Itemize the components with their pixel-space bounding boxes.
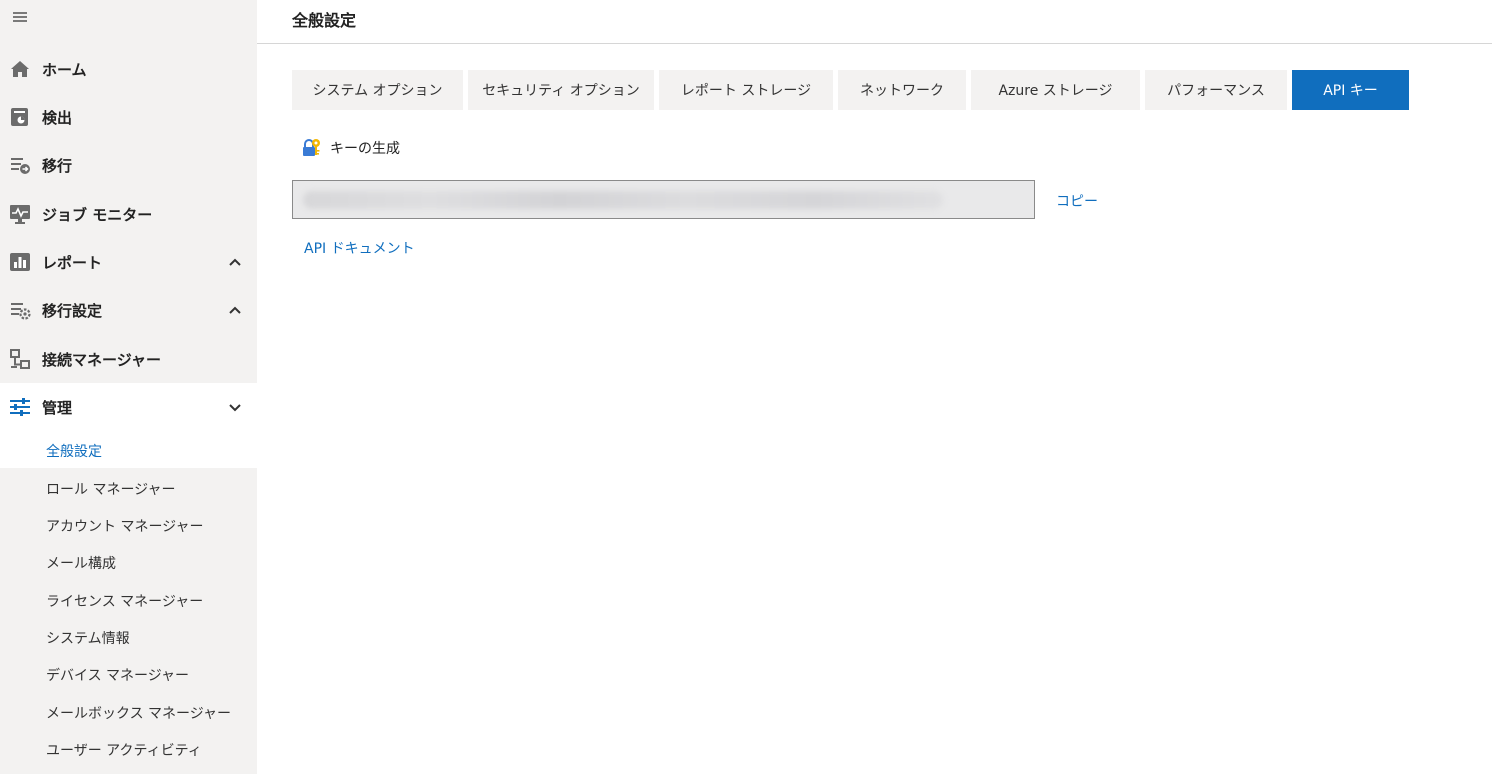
submenu-item-mail-config[interactable]: メール構成	[0, 543, 257, 580]
sidebar-item-migration-settings[interactable]: 移行設定	[0, 286, 257, 334]
sidebar-item-label: 移行設定	[42, 302, 103, 320]
sidebar-item-label: レポート	[42, 254, 103, 272]
sidebar-item-connection-manager[interactable]: 接続マネージャー	[0, 335, 257, 383]
discovery-icon	[11, 108, 28, 126]
chevron-up-icon[interactable]	[228, 303, 242, 317]
admin-icon	[10, 398, 30, 416]
migration-icon	[11, 158, 30, 174]
submenu-item-general-settings[interactable]: 全般設定	[0, 431, 257, 468]
sidebar-item-discovery[interactable]: 検出	[0, 93, 257, 141]
home-icon	[11, 61, 29, 77]
submenu-item-account-manager[interactable]: アカウント マネージャー	[0, 506, 257, 543]
sidebar-item-migration[interactable]: 移行	[0, 141, 257, 189]
hamburger-menu-icon[interactable]	[13, 10, 29, 24]
submenu-item-label: メールボックス マネージャー	[46, 706, 232, 722]
report-icon	[10, 253, 30, 271]
submenu-item-label: ライセンス マネージャー	[46, 594, 204, 610]
submenu-item-label: ユーザー アクティビティ	[46, 743, 202, 759]
sidebar-item-job-monitor[interactable]: ジョブ モニター	[0, 190, 257, 238]
job-monitor-icon	[10, 205, 30, 224]
api-docs-link[interactable]: API ドキュメント	[304, 238, 415, 258]
submenu-item-license-manager[interactable]: ライセンス マネージャー	[0, 581, 257, 618]
generate-key-label: キーの生成	[330, 141, 400, 157]
generate-key-button[interactable]: キーの生成	[302, 137, 400, 159]
key-lock-icon	[303, 139, 320, 156]
sidebar-item-label: ジョブ モニター	[42, 206, 153, 224]
submenu-item-mailbox-manager[interactable]: メールボックス マネージャー	[0, 693, 257, 730]
tab-performance[interactable]: パフォーマンス	[1145, 70, 1287, 110]
tab-api-key[interactable]: API キー	[1292, 70, 1409, 110]
sidebar-item-admin[interactable]: 管理	[0, 383, 257, 431]
tab-network[interactable]: ネットワーク	[838, 70, 966, 110]
submenu-item-label: 全般設定	[46, 444, 102, 460]
submenu-item-label: アカウント マネージャー	[46, 519, 204, 535]
admin-submenu: 全般設定 ロール マネージャー アカウント マネージャー メール構成 ライセンス…	[0, 431, 257, 774]
api-key-blurred-value	[303, 191, 943, 209]
api-key-field[interactable]	[292, 180, 1035, 219]
tab-report-storage[interactable]: レポート ストレージ	[659, 70, 833, 110]
migration-settings-icon	[11, 303, 31, 320]
submenu-item-user-activity[interactable]: ユーザー アクティビティ	[0, 730, 257, 767]
submenu-item-label: ロール マネージャー	[46, 482, 176, 498]
sidebar-item-report[interactable]: レポート	[0, 238, 257, 286]
chevron-down-icon[interactable]	[228, 400, 242, 414]
sidebar: ホーム 検出 移行 ジョブ モニター レポート 移行設定 接続マネージャー 管理…	[0, 0, 257, 774]
sidebar-item-label: 接続マネージャー	[42, 351, 161, 369]
sidebar-item-label: 検出	[42, 109, 73, 127]
submenu-item-system-info[interactable]: システム情報	[0, 618, 257, 655]
connection-manager-icon	[10, 349, 30, 369]
title-divider	[257, 43, 1492, 44]
tab-security-options[interactable]: セキュリティ オプション	[468, 70, 654, 110]
submenu-item-device-manager[interactable]: デバイス マネージャー	[0, 655, 257, 692]
sidebar-item-label: ホーム	[42, 61, 87, 79]
sidebar-item-label: 移行	[42, 157, 73, 175]
submenu-item-role-manager[interactable]: ロール マネージャー	[0, 469, 257, 506]
sidebar-item-home[interactable]: ホーム	[0, 45, 257, 93]
sidebar-item-label: 管理	[42, 399, 73, 417]
chevron-up-icon[interactable]	[228, 255, 242, 269]
submenu-item-label: システム情報	[46, 631, 130, 647]
tab-system-options[interactable]: システム オプション	[292, 70, 463, 110]
page-title: 全般設定	[292, 11, 357, 30]
submenu-item-label: メール構成	[46, 556, 116, 572]
tab-azure-storage[interactable]: Azure ストレージ	[971, 70, 1140, 110]
submenu-item-label: デバイス マネージャー	[46, 668, 190, 684]
copy-link[interactable]: コピー	[1056, 191, 1098, 211]
